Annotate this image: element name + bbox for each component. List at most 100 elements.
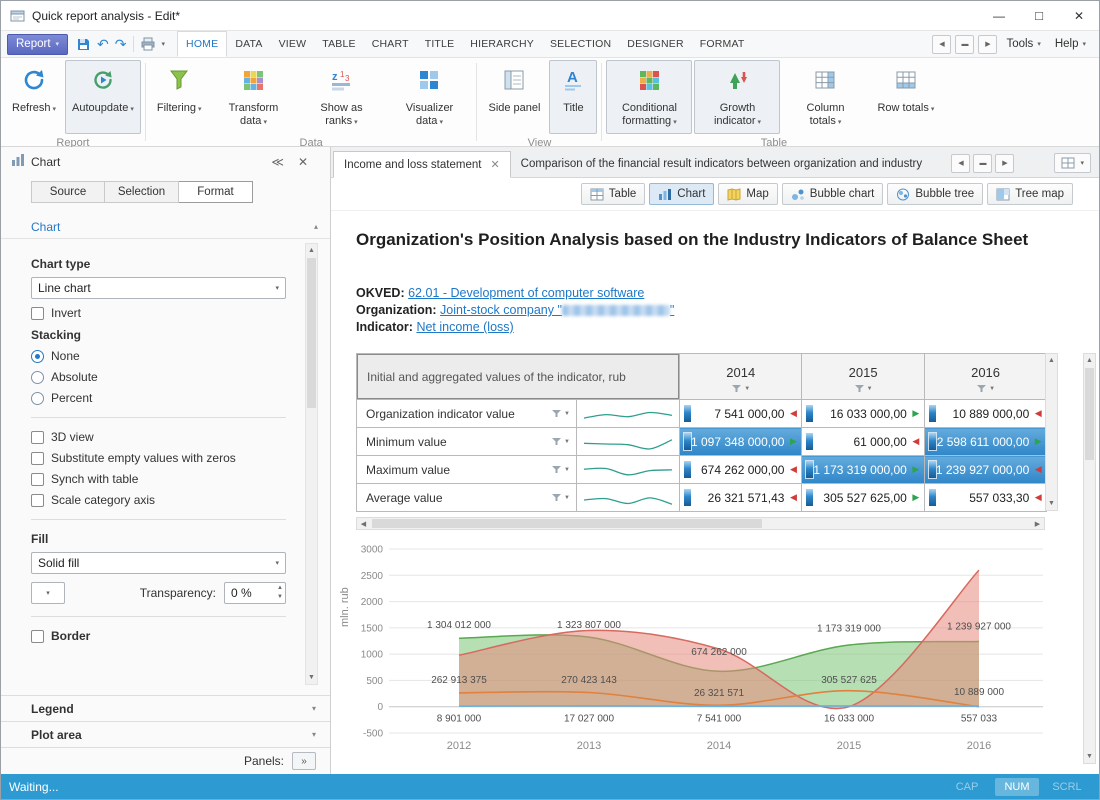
table-vertical-scrollbar[interactable]: ▲ ▼ — [1045, 353, 1058, 511]
sidebar-tab-source[interactable]: Source — [31, 181, 105, 203]
ribbon-tab-title[interactable]: TITLE — [417, 31, 463, 57]
scroll-up-icon[interactable]: ▲ — [306, 244, 317, 257]
view-chart-button[interactable]: Chart — [649, 183, 714, 205]
stacking-absolute-radio[interactable]: Absolute — [31, 370, 286, 384]
report-menu-button[interactable]: Report ▾ — [7, 34, 68, 55]
table-horizontal-scrollbar[interactable]: ◀ ▶ — [356, 517, 1045, 530]
plot-area-section-header[interactable]: Plot area ▾ — [1, 721, 330, 747]
column-totals-button[interactable]: Column totals▾ — [782, 60, 868, 134]
print-dropdown-icon[interactable]: ▾ — [162, 40, 166, 48]
scale-category-axis-checkbox[interactable]: Scale category axis — [31, 493, 286, 507]
okved-link[interactable]: 62.01 - Development of computer software — [408, 286, 644, 300]
row-label-cell[interactable]: Maximum value▼ — [357, 456, 577, 484]
invert-checkbox[interactable]: Invert — [31, 306, 286, 320]
scroll-up-icon[interactable]: ▲ — [1084, 354, 1095, 367]
sidebar-tab-format[interactable]: Format — [179, 181, 253, 203]
scrollbar-thumb[interactable] — [307, 258, 316, 408]
save-button[interactable] — [76, 37, 91, 52]
value-cell[interactable]: 2 598 611 000,00▶ — [924, 428, 1046, 456]
nav-list-button[interactable]: ▬ — [955, 35, 974, 54]
print-button[interactable] — [140, 37, 156, 51]
value-cell[interactable]: 26 321 571,43◀ — [680, 484, 802, 512]
close-panel-icon[interactable]: ✕ — [298, 155, 308, 169]
border-checkbox[interactable]: Border — [31, 629, 286, 643]
tools-menu[interactable]: Tools▾ — [1001, 38, 1045, 50]
layout-split-button[interactable]: ▾ — [1054, 153, 1091, 173]
value-cell[interactable]: 61 000,00◀ — [802, 428, 924, 456]
redo-button[interactable]: ↷ — [115, 36, 127, 53]
chart-plot-area[interactable]: -500050010001500200025003000201220132014… — [343, 541, 1083, 761]
collapse-panel-icon[interactable]: ≪ — [271, 155, 284, 169]
filtering-button[interactable]: Filtering▾ — [150, 60, 209, 134]
fill-dropdown[interactable]: Solid fill ▾ — [31, 552, 286, 574]
indicator-link[interactable]: Net income (loss) — [416, 320, 513, 334]
scroll-down-icon[interactable]: ▼ — [1084, 750, 1095, 763]
legend-section-header[interactable]: Legend ▾ — [1, 695, 330, 721]
refresh-button[interactable]: Refresh▾ — [5, 60, 63, 134]
fill-color-button[interactable]: ▾ — [31, 582, 65, 604]
value-cell[interactable]: 557 033,30◀ — [924, 484, 1046, 512]
3d-view-checkbox[interactable]: 3D view — [31, 430, 286, 444]
row-label-cell[interactable]: Average value▼ — [357, 484, 577, 512]
row-totals-button[interactable]: Row totals▾ — [870, 60, 941, 134]
nav-next-button[interactable]: ▶ — [978, 35, 997, 54]
scroll-left-icon[interactable]: ◀ — [357, 520, 370, 528]
ribbon-tab-chart[interactable]: CHART — [364, 31, 417, 57]
value-cell[interactable]: 305 527 625,00▶ — [802, 484, 924, 512]
organization-link[interactable]: Joint-stock company "" — [440, 303, 674, 317]
scrollbar-thumb[interactable] — [372, 519, 762, 528]
transparency-stepper[interactable]: 0 % ▲▼ — [224, 582, 286, 604]
maximize-button[interactable]: □ — [1019, 1, 1059, 30]
growth-indicator-button[interactable]: Growth indicator▾ — [694, 60, 780, 134]
view-table-button[interactable]: Table — [581, 183, 646, 205]
year-header-2015[interactable]: 2015 ▼ — [802, 354, 924, 400]
value-cell[interactable]: 7 541 000,00◀ — [680, 400, 802, 428]
year-header-2016[interactable]: 2016 ▼ — [924, 354, 1046, 400]
scrollbar-thumb[interactable] — [1085, 368, 1094, 460]
ribbon-tab-hierarchy[interactable]: HIERARCHY — [462, 31, 542, 57]
scroll-up-icon[interactable]: ▲ — [1046, 354, 1057, 367]
stacking-none-radio[interactable]: None — [31, 349, 286, 363]
sidebar-scrollbar[interactable]: ▲ ▼ — [305, 243, 318, 685]
row-label-cell[interactable]: Minimum value▼ — [357, 428, 577, 456]
ribbon-tab-home[interactable]: HOME — [177, 31, 227, 57]
table-corner-header[interactable]: Initial and aggregated values of the ind… — [357, 354, 680, 400]
synch-with-table-checkbox[interactable]: Synch with table — [31, 472, 286, 486]
value-cell[interactable]: 10 889 000,00◀ — [924, 400, 1046, 428]
transform-data-button[interactable]: Transform data▾ — [210, 60, 296, 134]
ribbon-tab-format[interactable]: FORMAT — [692, 31, 753, 57]
view-bubble-chart-button[interactable]: Bubble chart — [782, 183, 884, 205]
title-button[interactable]: A Title — [549, 60, 597, 134]
minimize-button[interactable]: — — [979, 1, 1019, 30]
document-tab-income[interactable]: Income and loss statement ✕ — [333, 151, 511, 178]
stepper-arrows-icon[interactable]: ▲▼ — [277, 584, 283, 602]
substitute-zeros-checkbox[interactable]: Substitute empty values with zeros — [31, 451, 286, 465]
chart-section-header[interactable]: Chart ▴ — [1, 215, 330, 239]
ribbon-tab-data[interactable]: DATA — [227, 31, 270, 57]
autoupdate-button[interactable]: Autoupdate▾ — [65, 60, 141, 134]
value-cell[interactable]: 16 033 000,00▶ — [802, 400, 924, 428]
tab-prev-button[interactable]: ◀ — [951, 154, 970, 173]
side-panel-button[interactable]: Side panel — [481, 60, 547, 134]
ribbon-tab-selection[interactable]: SELECTION — [542, 31, 619, 57]
year-header-2014[interactable]: 2014 ▼ — [680, 354, 802, 400]
show-as-ranks-button[interactable]: z13 Show as ranks▾ — [298, 60, 384, 134]
ribbon-tab-table[interactable]: TABLE — [314, 31, 363, 57]
nav-prev-button[interactable]: ◀ — [932, 35, 951, 54]
ribbon-tab-designer[interactable]: DESIGNER — [619, 31, 691, 57]
sidebar-tab-selection[interactable]: Selection — [105, 181, 179, 203]
close-tab-icon[interactable]: ✕ — [490, 158, 499, 171]
visualizer-data-button[interactable]: Visualizer data▾ — [386, 60, 472, 134]
help-menu[interactable]: Help▾ — [1050, 38, 1091, 50]
value-cell[interactable]: 1 097 348 000,00▶ — [680, 428, 802, 456]
view-map-button[interactable]: Map — [718, 183, 777, 205]
page-vertical-scrollbar[interactable]: ▲ ▼ — [1083, 353, 1096, 764]
value-cell[interactable]: 1 239 927 000,00◀ — [924, 456, 1046, 484]
value-cell[interactable]: 674 262 000,00◀ — [680, 456, 802, 484]
chart-type-dropdown[interactable]: Line chart ▾ — [31, 277, 286, 299]
stacking-percent-radio[interactable]: Percent — [31, 391, 286, 405]
undo-button[interactable]: ↶ — [97, 36, 109, 53]
row-label-cell[interactable]: Organization indicator value▼ — [357, 400, 577, 428]
scroll-down-icon[interactable]: ▼ — [1046, 497, 1057, 510]
scroll-down-icon[interactable]: ▼ — [306, 671, 317, 684]
